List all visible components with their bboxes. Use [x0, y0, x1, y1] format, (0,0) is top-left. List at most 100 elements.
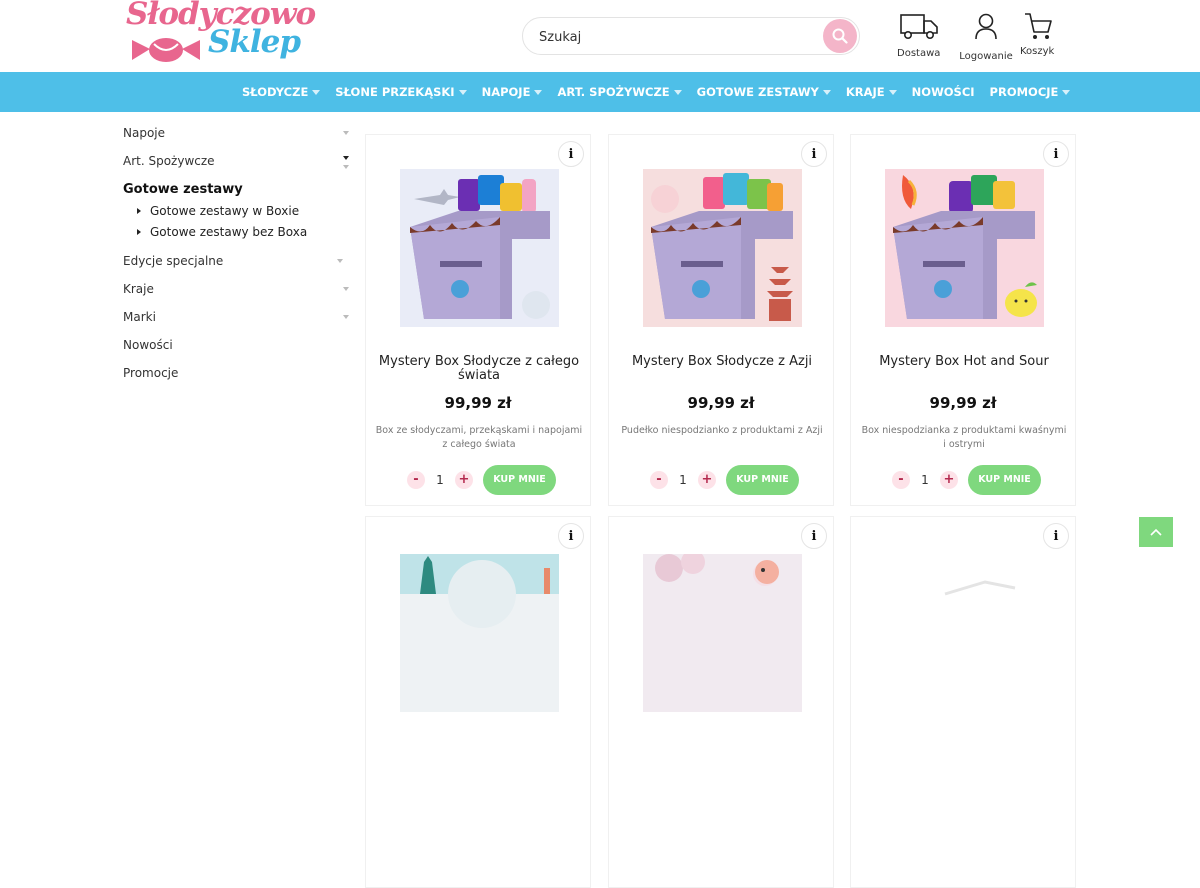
delivery-link[interactable]: Dostawa [897, 12, 940, 59]
sidebar-item-label: Marki [123, 310, 156, 324]
sidebar-item-kraje[interactable]: Kraje [123, 275, 353, 303]
product-price: 99,99 zł [444, 394, 512, 412]
sidebar-item-label: Promocje [123, 366, 179, 380]
nav-item-slodycze[interactable]: SŁODYCZE [242, 85, 321, 99]
nav-item-art-spozywcze[interactable]: ART. SPOŻYWCZE [557, 85, 682, 99]
nav-item-label: KRAJE [845, 85, 885, 99]
nav-item-label: NOWOŚCI [911, 85, 975, 99]
sidebar-subitem-label: Gotowe zestawy bez Boxa [150, 225, 308, 239]
nav-item-promocje[interactable]: PROMOCJE [990, 85, 1071, 99]
product-name[interactable]: Mystery Box Hot and Sour [859, 355, 1069, 369]
product-card: i Mystery Box Słodycze z Azji 99,99 zł P… [608, 134, 834, 506]
product-description: Pudełko niespodzianko z produktami z Azj… [621, 425, 823, 436]
chevron-down-icon [822, 89, 831, 95]
quantity-stepper: - + [892, 469, 958, 491]
chevron-down-icon[interactable] [343, 315, 349, 319]
nav-item-label: PROMOCJE [989, 85, 1059, 99]
product-description: Box ze słodyczami, przekąskami i napojam… [375, 425, 583, 450]
main-nav: SŁODYCZE SŁONE PRZEKĄSKI NAPOJE ART. SPO… [0, 72, 1200, 112]
nav-item-label: SŁODYCZE [242, 85, 309, 99]
product-card: i [850, 516, 1076, 888]
chevron-down-icon[interactable] [343, 156, 349, 160]
search-icon [832, 28, 848, 44]
quantity-input[interactable] [672, 471, 694, 489]
site-logo[interactable]: Słodyczowo Sklep [124, 0, 316, 70]
quantity-input[interactable] [914, 471, 936, 489]
buy-button[interactable]: KUP MNIE [726, 465, 799, 495]
product-card: i Mystery Box Słodycze z całego świata 9… [365, 134, 591, 506]
decrement-button[interactable]: - [892, 471, 910, 489]
product-name[interactable]: Mystery Box Słodycze z całego świata [374, 355, 584, 383]
chevron-down-icon [1062, 89, 1071, 95]
chevron-down-icon [673, 89, 682, 95]
buy-button[interactable]: KUP MNIE [968, 465, 1041, 495]
decrement-button[interactable]: - [407, 471, 425, 489]
site-header: Słodyczowo Sklep Dostawa [0, 0, 1200, 72]
search-button[interactable] [823, 19, 857, 53]
product-image[interactable] [643, 169, 802, 327]
product-image[interactable] [643, 554, 802, 712]
sidebar-item-nowosci[interactable]: Nowości [123, 331, 353, 359]
info-button[interactable]: i [801, 141, 827, 167]
sidebar-subitem-w-boxie[interactable]: Gotowe zestawy w Boxie [123, 201, 353, 222]
nav-item-slone-przekaski[interactable]: SŁONE PRZEKĄSKI [335, 85, 467, 99]
chevron-down-icon[interactable] [343, 131, 349, 135]
chevron-down-icon[interactable] [343, 287, 349, 291]
category-sidebar: Napoje Art. Spożywcze Gotowe zestawy Got… [123, 112, 353, 387]
quantity-stepper: - + [407, 469, 473, 491]
sidebar-item-label: Nowości [123, 338, 173, 352]
nav-item-kraje[interactable]: KRAJE [846, 85, 897, 99]
nav-item-label: NAPOJE [481, 85, 531, 99]
nav-item-label: ART. SPOŻYWCZE [557, 85, 670, 99]
buy-button[interactable]: KUP MNIE [483, 465, 556, 495]
info-button[interactable]: i [1043, 523, 1069, 549]
product-image[interactable] [400, 554, 559, 712]
info-button[interactable]: i [558, 141, 584, 167]
sidebar-subitem-bez-boxa[interactable]: Gotowe zestawy bez Boxa [123, 222, 353, 243]
cart-label: Koszyk [1020, 46, 1055, 57]
sidebar-item-gotowe-zestawy[interactable]: Gotowe zestawy [123, 175, 353, 201]
product-card: i [608, 516, 834, 888]
search-input[interactable] [539, 27, 809, 47]
chevron-up-icon [1150, 528, 1162, 536]
increment-button[interactable]: + [698, 471, 716, 489]
quantity-input[interactable] [429, 471, 451, 489]
nav-item-gotowe-zestawy[interactable]: GOTOWE ZESTAWY [697, 85, 831, 99]
nav-item-label: SŁONE PRZEKĄSKI [335, 85, 455, 99]
increment-button[interactable]: + [455, 471, 473, 489]
candy-icon [132, 38, 200, 62]
sidebar-item-promocje[interactable]: Promocje [123, 359, 353, 387]
login-link[interactable]: Logowanie [959, 12, 1013, 62]
product-card: i Mystery Box Hot and Sour 99,99 zł Box … [850, 134, 1076, 506]
product-description: Box niespodzianka z produktami kwaśnymi … [861, 425, 1067, 450]
sidebar-item-edycje-specjalne[interactable]: Edycje specjalne [123, 247, 353, 275]
delivery-truck-icon [899, 14, 938, 39]
chevron-down-icon [534, 89, 543, 95]
logo-text-bottom: Sklep [208, 24, 301, 60]
increment-button[interactable]: + [940, 471, 958, 489]
product-name[interactable]: Mystery Box Słodycze z Azji [617, 355, 827, 369]
sidebar-item-label: Napoje [123, 126, 166, 140]
sidebar-item-marki[interactable]: Marki [123, 303, 353, 331]
nav-item-nowosci[interactable]: NOWOŚCI [912, 85, 975, 99]
sidebar-item-napoje[interactable]: Napoje [123, 119, 353, 147]
info-button[interactable]: i [801, 523, 827, 549]
chevron-down-icon[interactable] [337, 259, 343, 263]
nav-item-napoje[interactable]: NAPOJE [482, 85, 543, 99]
product-image[interactable] [885, 554, 1044, 712]
cart-link[interactable]: Koszyk [1020, 12, 1054, 57]
chevron-down-icon[interactable] [343, 165, 349, 169]
product-image[interactable] [400, 169, 559, 327]
sidebar-subitem-label: Gotowe zestawy w Boxie [150, 204, 300, 218]
delivery-label: Dostawa [897, 48, 941, 59]
sidebar-item-label: Kraje [123, 282, 154, 296]
product-image[interactable] [885, 169, 1044, 327]
search-bar [522, 17, 860, 55]
sidebar-item-art-spozywcze[interactable]: Art. Spożywcze [123, 147, 353, 175]
chevron-down-icon [458, 89, 467, 95]
scroll-to-top-button[interactable] [1139, 517, 1173, 547]
info-button[interactable]: i [1043, 141, 1069, 167]
info-button[interactable]: i [558, 523, 584, 549]
decrement-button[interactable]: - [650, 471, 668, 489]
login-label: Logowanie [959, 51, 1013, 62]
